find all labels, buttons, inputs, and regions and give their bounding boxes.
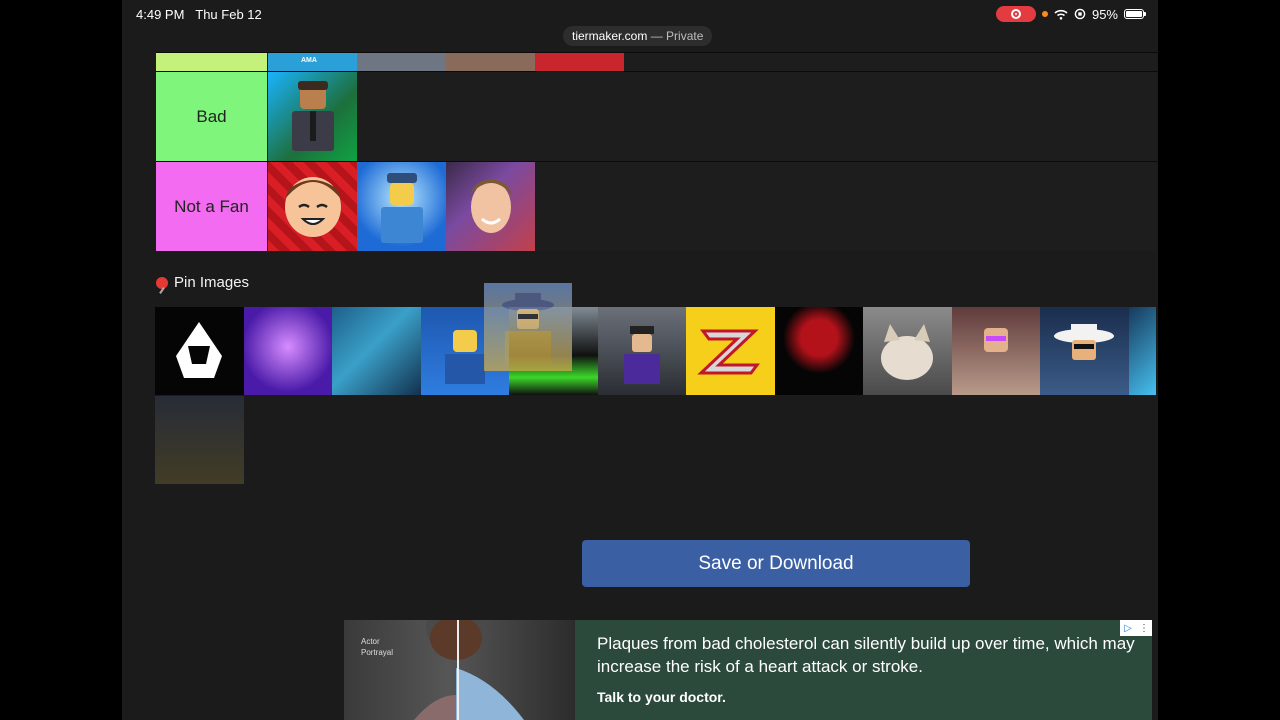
tier-image[interactable] bbox=[268, 72, 357, 161]
tier-row-bad: Bad bbox=[156, 71, 1158, 161]
pool-image[interactable] bbox=[243, 307, 332, 395]
tier-row-not-a-fan: Not a Fan bbox=[156, 161, 1158, 251]
pool-image[interactable] bbox=[597, 307, 686, 395]
pool-image[interactable] bbox=[686, 307, 775, 395]
pool-image[interactable] bbox=[1128, 307, 1156, 395]
drop-placeholder-image bbox=[155, 396, 244, 484]
tier-image[interactable] bbox=[268, 162, 357, 251]
status-time-date: 4:49 PM Thu Feb 12 bbox=[136, 7, 262, 22]
tier-label[interactable]: Bad bbox=[156, 72, 267, 161]
unranked-image-pool bbox=[155, 307, 1156, 395]
tier-image[interactable] bbox=[357, 162, 446, 251]
pool-image[interactable] bbox=[863, 307, 952, 395]
tier-items: AMA bbox=[268, 53, 624, 71]
url-domain: tiermaker.com bbox=[572, 29, 648, 43]
pool-image[interactable] bbox=[155, 307, 244, 395]
pool-image[interactable] bbox=[951, 307, 1040, 395]
tier-image[interactable] bbox=[446, 53, 535, 71]
pool-image[interactable] bbox=[332, 307, 421, 395]
pool-image[interactable] bbox=[1040, 307, 1129, 395]
status-bar: 4:49 PM Thu Feb 12 95% bbox=[122, 0, 1158, 28]
orientation-lock-icon bbox=[1074, 8, 1086, 20]
url-bar[interactable]: tiermaker.com — Private bbox=[563, 26, 713, 46]
wifi-icon bbox=[1054, 9, 1068, 20]
status-indicators: 95% bbox=[995, 6, 1146, 22]
battery-icon bbox=[1124, 9, 1146, 19]
private-mode-label: — Private bbox=[650, 29, 704, 43]
advertisement-banner[interactable]: Actor Portrayal Plaques from bad cholest… bbox=[344, 620, 1152, 720]
ad-caption: Actor Portrayal bbox=[361, 637, 394, 657]
tier-items bbox=[268, 162, 535, 251]
ad-headline: Plaques from bad cholesterol can silentl… bbox=[597, 634, 1135, 676]
tier-image[interactable] bbox=[535, 53, 624, 71]
tier-image[interactable] bbox=[446, 162, 535, 251]
ad-photo: Actor Portrayal bbox=[344, 620, 575, 720]
pool-image[interactable] bbox=[774, 307, 863, 395]
tier-row-top: AMA bbox=[156, 52, 1158, 71]
dragging-image[interactable] bbox=[484, 283, 572, 371]
adchoices-icon[interactable]: ▷ ⋮ bbox=[1120, 620, 1152, 636]
browser-viewport: 4:49 PM Thu Feb 12 95% tiermaker.com — P… bbox=[122, 0, 1158, 720]
battery-percentage: 95% bbox=[1091, 6, 1118, 22]
pushpin-icon bbox=[156, 276, 168, 289]
tier-image[interactable]: AMA bbox=[268, 53, 357, 71]
tier-label[interactable]: Not a Fan bbox=[156, 162, 267, 251]
pin-images-heading: Pin Images bbox=[156, 274, 249, 291]
screen-recording-icon[interactable] bbox=[995, 6, 1036, 22]
tier-label[interactable] bbox=[156, 53, 267, 71]
ad-subline: Talk to your doctor. bbox=[597, 689, 726, 705]
tier-items bbox=[268, 72, 357, 161]
mic-indicator-icon bbox=[1041, 11, 1048, 17]
save-or-download-button[interactable]: Save or Download bbox=[582, 540, 970, 587]
tier-image[interactable] bbox=[357, 53, 446, 71]
